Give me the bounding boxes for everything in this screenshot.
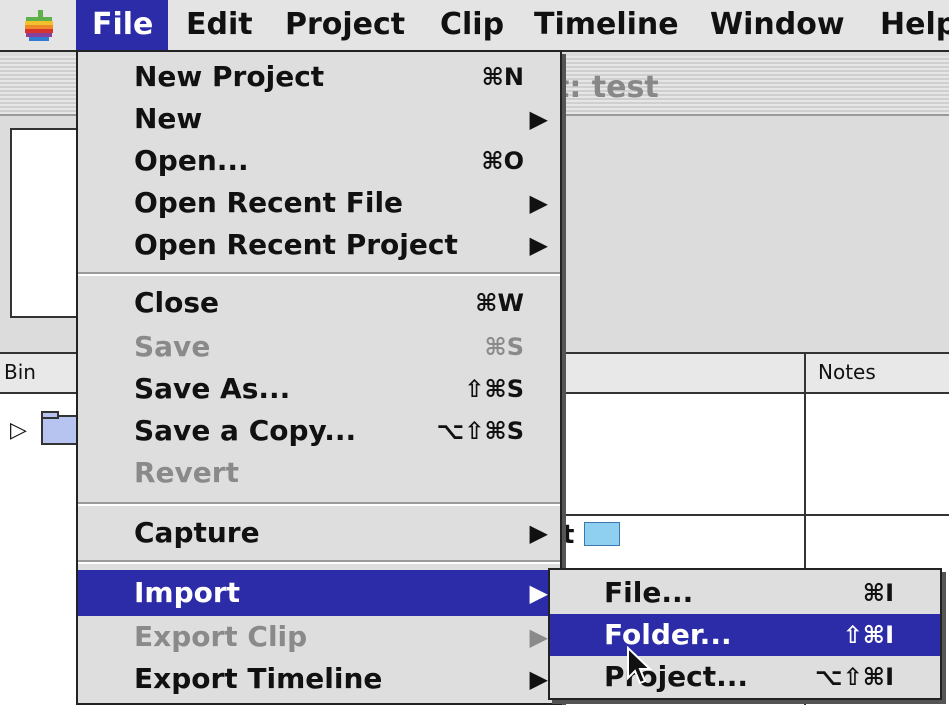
menu-item-label: Export Timeline <box>134 662 383 695</box>
submenu-arrow-icon: ▶ <box>529 665 548 693</box>
menu-item-save: Save ⌘S <box>78 326 560 368</box>
menu-item-open-recent-file[interactable]: Open Recent File ▶ <box>78 182 560 224</box>
submenu-arrow-icon: ▶ <box>529 519 548 547</box>
menu-item-label: Revert <box>134 456 239 489</box>
mouse-pointer-icon <box>627 646 653 685</box>
apple-logo-icon[interactable] <box>22 9 56 43</box>
menu-item-label: Export Clip <box>134 620 308 653</box>
menu-item-label: Close <box>134 286 220 319</box>
menu-project[interactable]: Project <box>285 0 405 50</box>
menu-item-export-clip: Export Clip ▶ <box>78 616 560 658</box>
menu-item-export-timeline[interactable]: Export Timeline ▶ <box>78 658 560 700</box>
menu-help[interactable]: Help <box>880 0 949 50</box>
project-window-title: t: test <box>555 70 659 105</box>
menu-item-open-recent-project[interactable]: Open Recent Project ▶ <box>78 224 560 266</box>
submenu-item-label: Folder... <box>604 618 732 651</box>
menu-separator <box>78 502 560 506</box>
menu-item-capture[interactable]: Capture ▶ <box>78 512 560 554</box>
menu-item-shortcut: ⌘O <box>481 147 524 175</box>
menu-item-label: New Project <box>134 60 325 93</box>
column-header-notes[interactable]: Notes <box>818 360 876 384</box>
menu-item-open[interactable]: Open... ⌘O <box>78 140 560 182</box>
menu-timeline[interactable]: Timeline <box>534 0 679 50</box>
menu-item-save-as[interactable]: Save As... ⇧⌘S <box>78 368 560 410</box>
submenu-item-project[interactable]: Project... ⌥⇧⌘I <box>550 656 940 698</box>
import-submenu: File... ⌘I Folder... ⇧⌘I Project... ⌥⇧⌘I <box>548 568 942 700</box>
submenu-arrow-icon: ▶ <box>529 579 548 607</box>
row-divider <box>560 514 949 516</box>
menu-item-label: Save a Copy... <box>134 414 357 447</box>
file-menu: New Project ⌘N New ▶ Open... ⌘O Open Rec… <box>76 50 562 705</box>
submenu-arrow-icon: ▶ <box>529 105 548 133</box>
menu-item-new-project[interactable]: New Project ⌘N <box>78 56 560 98</box>
submenu-item-shortcut: ⌘I <box>862 579 894 607</box>
audio-wave-icon <box>584 522 620 546</box>
submenu-item-folder[interactable]: Folder... ⇧⌘I <box>550 614 940 656</box>
disclosure-triangle-icon[interactable]: ▷ <box>10 418 27 443</box>
menu-item-shortcut: ⌘N <box>481 63 524 91</box>
menu-item-shortcut: ⌘S <box>484 333 524 361</box>
menu-item-label: Save As... <box>134 372 291 405</box>
menu-edit[interactable]: Edit <box>186 0 253 50</box>
column-header-bin[interactable]: Bin <box>4 360 36 384</box>
menu-file[interactable]: File <box>76 0 168 50</box>
menu-item-label: Import <box>134 576 241 609</box>
menu-item-revert: Revert <box>78 452 560 494</box>
submenu-arrow-icon: ▶ <box>529 623 548 651</box>
menu-item-save-a-copy[interactable]: Save a Copy... ⌥⇧⌘S <box>78 410 560 452</box>
menu-item-label: Open Recent Project <box>134 228 458 261</box>
menu-item-label: New <box>134 102 203 135</box>
submenu-item-file[interactable]: File... ⌘I <box>550 572 940 614</box>
menu-window[interactable]: Window <box>710 0 845 50</box>
submenu-arrow-icon: ▶ <box>529 231 548 259</box>
menu-bar: File Edit Project Clip Timeline Window H… <box>0 0 949 52</box>
menu-item-close[interactable]: Close ⌘W <box>78 282 560 324</box>
menu-item-label: Save <box>134 330 211 363</box>
menu-separator <box>78 272 560 276</box>
clip-name-fragment[interactable]: t <box>562 520 574 550</box>
menu-item-label: Capture <box>134 516 260 549</box>
menu-item-label: Open Recent File <box>134 186 404 219</box>
preview-thumbnail <box>10 128 80 318</box>
menu-item-shortcut: ⇧⌘S <box>464 375 524 403</box>
submenu-item-shortcut: ⌥⇧⌘I <box>815 663 894 691</box>
menu-item-import[interactable]: Import ▶ <box>78 570 560 616</box>
menu-item-new[interactable]: New ▶ <box>78 98 560 140</box>
menu-item-label: Open... <box>134 144 249 177</box>
menu-item-shortcut: ⌥⇧⌘S <box>436 417 524 445</box>
submenu-arrow-icon: ▶ <box>529 189 548 217</box>
submenu-item-label: File... <box>604 576 694 609</box>
menu-clip[interactable]: Clip <box>440 0 504 50</box>
menu-separator <box>78 560 560 564</box>
menu-item-shortcut: ⌘W <box>475 289 524 317</box>
submenu-item-shortcut: ⇧⌘I <box>842 621 894 649</box>
